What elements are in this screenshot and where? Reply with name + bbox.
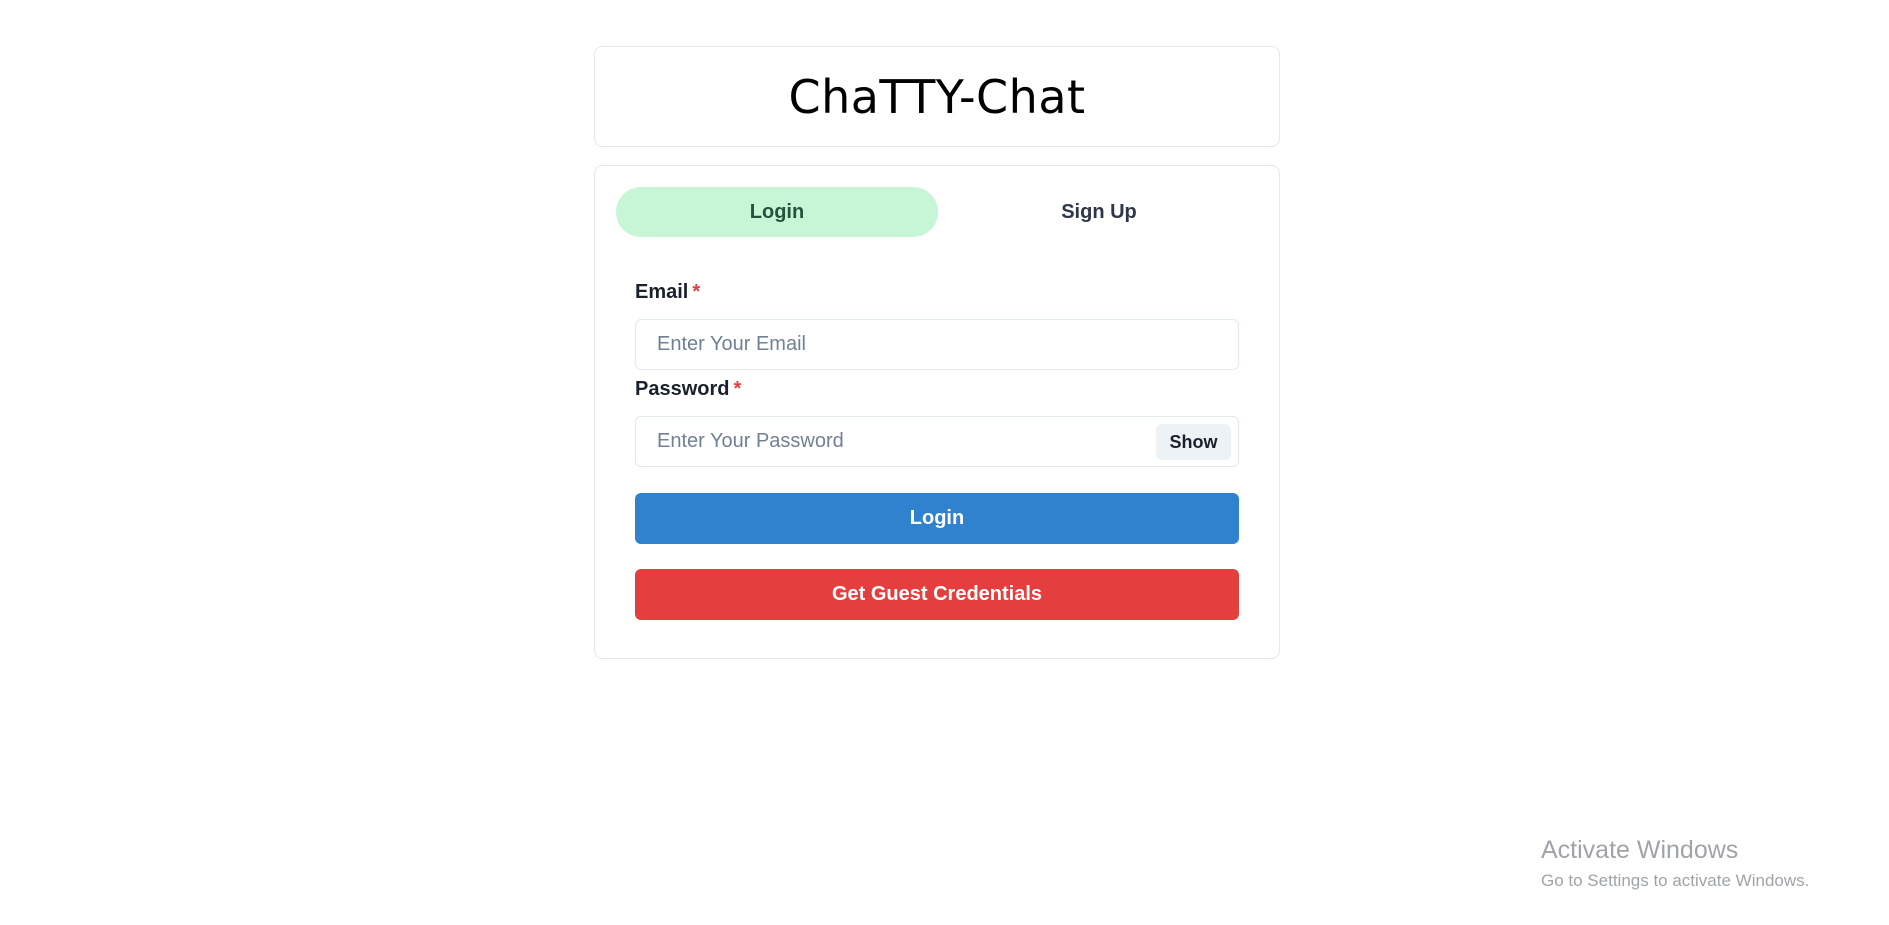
watermark-subtitle: Go to Settings to activate Windows. (1541, 871, 1810, 890)
page: ChaTTY-Chat Login Sign Up Email* Passwor… (0, 0, 1889, 925)
tab-sign-up[interactable]: Sign Up (938, 187, 1260, 237)
password-required-mark: * (733, 378, 742, 400)
watermark-title: Activate Windows (1541, 836, 1739, 864)
password-label: Password * (635, 378, 741, 401)
activation-watermark: Activate Windows Go to Settings to activ… (1541, 836, 1809, 891)
app-title: ChaTTY-Chat (788, 69, 1086, 124)
password-field-box: Show (635, 416, 1239, 467)
email-required-mark: * (692, 281, 701, 303)
email-field[interactable] (657, 333, 1238, 356)
guest-credentials-button[interactable]: Get Guest Credentials (635, 569, 1239, 620)
title-card: ChaTTY-Chat (594, 46, 1280, 147)
password-field[interactable] (657, 430, 1157, 453)
email-field-box (635, 319, 1239, 370)
email-label-text: Email (635, 281, 689, 303)
auth-card: Login Sign Up Email* Password* Show Logi… (594, 165, 1280, 659)
email-label: Email * (635, 281, 700, 304)
show-password-button[interactable]: Show (1156, 424, 1231, 460)
auth-tabs: Login Sign Up (616, 187, 1260, 237)
tab-login[interactable]: Login (616, 187, 938, 237)
login-button[interactable]: Login (635, 493, 1239, 544)
password-label-text: Password (635, 378, 730, 400)
